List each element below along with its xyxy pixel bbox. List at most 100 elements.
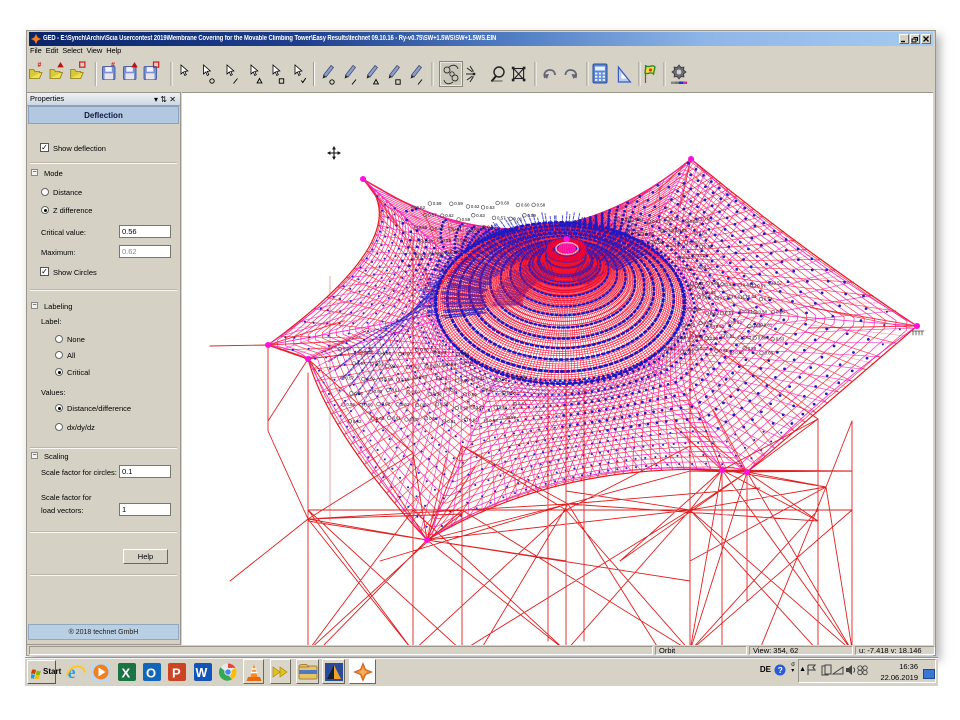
svg-text:0.57: 0.57	[410, 417, 419, 422]
svg-text:0.62: 0.62	[682, 255, 691, 260]
svg-text:0.60: 0.60	[716, 324, 725, 329]
svg-text:X: X	[121, 666, 130, 681]
svg-text:0.61: 0.61	[392, 415, 401, 420]
svg-text:0.62: 0.62	[435, 251, 444, 256]
svg-text:0.62: 0.62	[696, 253, 705, 258]
svg-text:0.60: 0.60	[711, 281, 720, 286]
svg-text:0.57: 0.57	[497, 215, 506, 220]
svg-text:0.60: 0.60	[419, 375, 428, 380]
svg-text:0.60: 0.60	[420, 347, 429, 352]
svg-text:0.57: 0.57	[425, 239, 434, 244]
svg-text:0.59: 0.59	[384, 377, 393, 382]
svg-text:0.61: 0.61	[391, 387, 400, 392]
svg-text:O: O	[146, 666, 156, 681]
svg-text:0.59: 0.59	[677, 335, 686, 340]
svg-text:0.62: 0.62	[420, 403, 429, 408]
svg-text:0.57: 0.57	[774, 281, 783, 286]
svg-text:0.59: 0.59	[442, 238, 451, 243]
svg-text:0.60: 0.60	[765, 350, 774, 355]
svg-text:0.61: 0.61	[514, 216, 523, 221]
svg-text:0.62: 0.62	[411, 365, 420, 370]
svg-text:0.60: 0.60	[499, 377, 508, 382]
svg-text:0.59: 0.59	[527, 213, 536, 218]
svg-text:0.61: 0.61	[690, 219, 699, 224]
svg-text:0.60: 0.60	[468, 392, 477, 397]
svg-text:0.61: 0.61	[518, 402, 527, 407]
svg-text:0.58: 0.58	[466, 360, 475, 365]
svg-text:0.62: 0.62	[471, 228, 480, 233]
svg-text:0.60: 0.60	[758, 336, 767, 341]
svg-text:0.57: 0.57	[720, 296, 729, 301]
svg-text:0.58: 0.58	[401, 377, 410, 382]
svg-text:0.57: 0.57	[346, 375, 355, 380]
svg-text:0.61: 0.61	[726, 333, 735, 338]
svg-text:0.63: 0.63	[489, 418, 498, 423]
svg-text:0.62: 0.62	[471, 204, 480, 209]
svg-text:0.62: 0.62	[704, 320, 713, 325]
svg-text:0.60: 0.60	[430, 364, 439, 369]
svg-text:0.62: 0.62	[469, 417, 478, 422]
svg-text:0.63: 0.63	[776, 337, 785, 342]
svg-text:0.62: 0.62	[733, 320, 742, 325]
svg-text:0.60: 0.60	[420, 254, 429, 259]
svg-text:0.62: 0.62	[401, 402, 410, 407]
svg-text:0.61: 0.61	[725, 311, 734, 316]
svg-text:0.57: 0.57	[357, 361, 366, 366]
svg-text:0.58: 0.58	[433, 391, 442, 396]
svg-text:0.57: 0.57	[383, 351, 392, 356]
svg-text:0.58: 0.58	[448, 387, 457, 392]
svg-text:0.62: 0.62	[687, 323, 696, 328]
svg-text:?: ?	[778, 665, 783, 675]
svg-text:P: P	[172, 666, 181, 681]
svg-text:0.58: 0.58	[537, 202, 546, 207]
svg-text:0.63: 0.63	[441, 376, 450, 381]
svg-text:0.60: 0.60	[461, 351, 470, 356]
svg-text:0.60: 0.60	[501, 201, 510, 206]
svg-text:0.61: 0.61	[743, 283, 752, 288]
svg-text:0.58: 0.58	[507, 390, 516, 395]
svg-text:0.58: 0.58	[665, 228, 674, 233]
svg-text:0.59: 0.59	[726, 282, 735, 287]
svg-text:0.57: 0.57	[764, 297, 773, 302]
svg-text:0.61: 0.61	[734, 294, 743, 299]
svg-text:0.63: 0.63	[486, 205, 495, 210]
svg-text:0.59: 0.59	[507, 415, 516, 420]
svg-text:0.63: 0.63	[476, 213, 485, 218]
svg-text:0.63: 0.63	[375, 362, 384, 367]
svg-text:0.60: 0.60	[460, 238, 469, 243]
svg-text:0.63: 0.63	[748, 294, 757, 299]
svg-text:0.60: 0.60	[776, 310, 785, 315]
svg-text:0.62: 0.62	[752, 324, 761, 329]
svg-text:0.59: 0.59	[462, 217, 471, 222]
svg-text:0.61: 0.61	[447, 419, 456, 424]
svg-text:0.58: 0.58	[678, 228, 687, 233]
svg-text:0.62: 0.62	[417, 205, 426, 210]
svg-text:0.63: 0.63	[652, 219, 661, 224]
svg-text:0.57: 0.57	[700, 346, 709, 351]
svg-text:0.60: 0.60	[403, 352, 412, 357]
svg-text:0.60: 0.60	[735, 350, 744, 355]
svg-text:0.62: 0.62	[635, 217, 644, 222]
svg-text:0.58: 0.58	[689, 240, 698, 245]
svg-text:0.58: 0.58	[759, 310, 768, 315]
svg-text:0.62: 0.62	[445, 213, 454, 218]
svg-text:0.62: 0.62	[476, 405, 485, 410]
svg-text:0.57: 0.57	[687, 267, 696, 272]
svg-text:0.57: 0.57	[757, 283, 766, 288]
svg-text:0.62: 0.62	[353, 419, 362, 424]
svg-text:0.60: 0.60	[645, 232, 654, 237]
svg-text:0.62: 0.62	[743, 335, 752, 340]
svg-text:0.59: 0.59	[654, 240, 663, 245]
svg-text:0.60: 0.60	[374, 389, 383, 394]
svg-text:0.59: 0.59	[671, 217, 680, 222]
svg-text:0.58: 0.58	[354, 391, 363, 396]
svg-text:0.62: 0.62	[390, 364, 399, 369]
svg-text:0.59: 0.59	[454, 201, 463, 206]
svg-text:W: W	[195, 666, 207, 680]
svg-text:0.60: 0.60	[343, 347, 352, 352]
svg-text:0.58: 0.58	[450, 250, 459, 255]
svg-text:0.63: 0.63	[487, 225, 496, 230]
svg-text:0.60: 0.60	[429, 416, 438, 421]
svg-text:0.58: 0.58	[460, 406, 469, 411]
svg-text:0.61: 0.61	[453, 227, 462, 232]
